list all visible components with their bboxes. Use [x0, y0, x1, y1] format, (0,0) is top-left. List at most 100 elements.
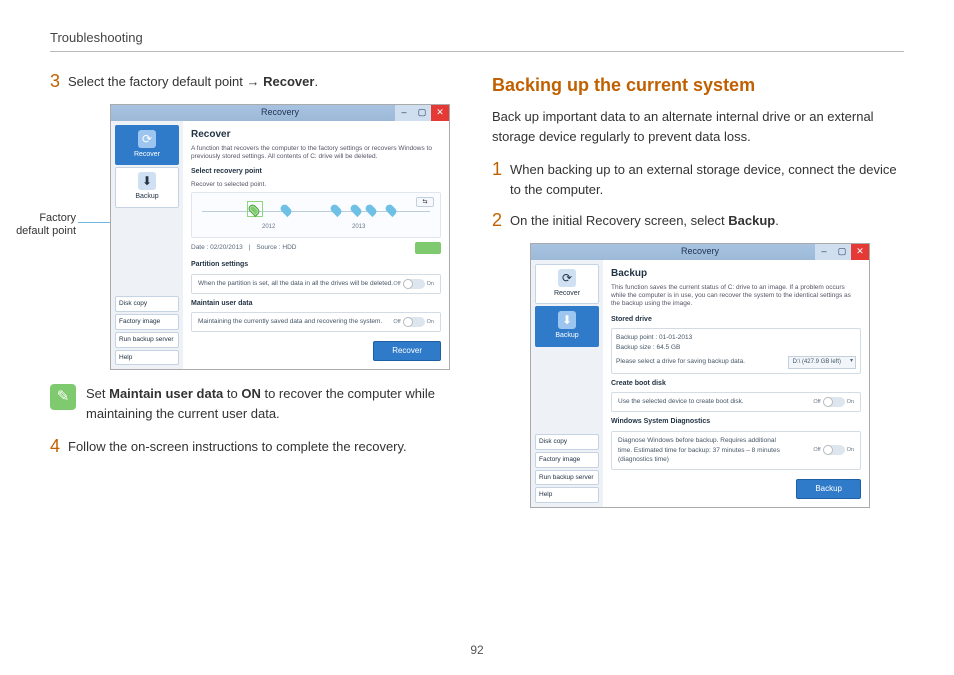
- recovery-marker[interactable]: [352, 204, 362, 214]
- recover-icon: ⟳: [138, 130, 156, 148]
- maintain-toggle[interactable]: Off On: [393, 317, 434, 327]
- go-button[interactable]: [415, 242, 441, 254]
- step-number: 2: [492, 211, 502, 231]
- screenshot-recovery-recover: Recovery – ▢ ✕ ⟳ Recover ⬇: [110, 104, 450, 371]
- boot-toggle[interactable]: Off On: [813, 397, 854, 407]
- sidebar-factoryimage[interactable]: Factory image: [115, 314, 179, 330]
- recovery-date: Date : 02/20/2013: [191, 243, 243, 253]
- backup-icon: ⬇: [138, 172, 156, 190]
- sidebar-item-backup[interactable]: ⬇ Backup: [115, 167, 179, 208]
- note-s2: ON: [241, 386, 261, 401]
- step-text: Follow the on-screen instructions to com…: [68, 437, 462, 457]
- toggle-on-label: On: [427, 318, 434, 326]
- step-number: 4: [50, 437, 60, 457]
- stored-drive-label: Stored drive: [611, 315, 861, 326]
- right-column: Backing up the current system Back up im…: [492, 72, 904, 522]
- main-desc: This function saves the current status o…: [611, 284, 861, 309]
- main-panel: Recover A function that recovers the com…: [183, 121, 449, 370]
- step-3: 3 Select the factory default point → Rec…: [50, 72, 462, 92]
- diag-text: Diagnose Windows before backup. Requires…: [618, 436, 788, 465]
- toggle-off-label: Off: [393, 280, 400, 288]
- maintain-user-data-label: Maintain user data: [191, 299, 441, 310]
- window-body: ⟳ Recover ⬇ Backup Disk copy Factory ima…: [111, 121, 449, 370]
- partition-toggle[interactable]: Off On: [393, 279, 434, 289]
- boot-text: Use the selected device to create boot d…: [618, 397, 744, 407]
- drive-select-row: Please select a drive for saving backup …: [616, 356, 856, 369]
- sidebar-help[interactable]: Help: [115, 350, 179, 366]
- window-titlebar: Recovery – ▢ ✕: [531, 244, 869, 260]
- recovery-marker[interactable]: [332, 204, 342, 214]
- screenshot-recovery-backup: Recovery – ▢ ✕ ⟳ Recover ⬇ Backup: [530, 243, 870, 509]
- backup-intro: Back up important data to an alternate i…: [492, 107, 904, 146]
- step-number: 1: [492, 160, 502, 199]
- create-boot-disk-row: Use the selected device to create boot d…: [611, 392, 861, 412]
- section-title-backup: Backing up the current system: [492, 72, 904, 99]
- recovery-timeline[interactable]: ⇆ 2012 2013: [191, 192, 441, 238]
- step2-post: .: [775, 213, 779, 228]
- recovery-marker[interactable]: [367, 204, 377, 214]
- close-button[interactable]: ✕: [431, 105, 449, 121]
- maximize-button[interactable]: ▢: [413, 105, 431, 121]
- step-2: 2 On the initial Recovery screen, select…: [492, 211, 904, 231]
- toggle-switch[interactable]: [823, 397, 845, 407]
- recover-action-row: Recover: [191, 337, 441, 363]
- timeline-nav-button[interactable]: ⇆: [416, 197, 434, 207]
- sidebar-factoryimage[interactable]: Factory image: [535, 452, 599, 468]
- sidebar-help[interactable]: Help: [535, 487, 599, 503]
- recover-icon: ⟳: [558, 269, 576, 287]
- step-1: 1 When backing up to an external storage…: [492, 160, 904, 199]
- step-number: 3: [50, 72, 60, 92]
- main-panel: Backup This function saves the current s…: [603, 260, 869, 508]
- window-buttons: – ▢ ✕: [395, 105, 449, 121]
- step-text: When backing up to an external storage d…: [510, 160, 904, 199]
- toggle-off-label: Off: [813, 446, 820, 454]
- note-text: Set Maintain user data to ON to recover …: [86, 384, 462, 423]
- sidebar-runbackup[interactable]: Run backup server: [115, 332, 179, 348]
- recover-button[interactable]: Recover: [373, 341, 441, 361]
- maintain-user-data-row: Maintaining the currently saved data and…: [191, 312, 441, 332]
- two-column-layout: 3 Select the factory default point → Rec…: [50, 72, 904, 522]
- diag-toggle[interactable]: Off On: [813, 445, 854, 455]
- backup-action-row: Backup: [611, 475, 861, 501]
- toggle-switch[interactable]: [823, 445, 845, 455]
- timeline-year-2013: 2013: [352, 223, 365, 232]
- sidebar-diskcopy[interactable]: Disk copy: [115, 296, 179, 312]
- toggle-switch[interactable]: [403, 317, 425, 327]
- left-column: 3 Select the factory default point → Rec…: [50, 72, 462, 522]
- sidebar: ⟳ Recover ⬇ Backup Disk copy Factory ima…: [111, 121, 183, 370]
- sidebar-item-recover[interactable]: ⟳ Recover: [535, 264, 599, 305]
- page-number: 92: [0, 643, 954, 657]
- timeline-year-2012: 2012: [262, 223, 275, 232]
- sidebar-label-recover: Recover: [554, 289, 580, 300]
- sidebar: ⟳ Recover ⬇ Backup Disk copy Factory ima…: [531, 260, 603, 508]
- backup-size: Backup size : 64.5 GB: [616, 343, 856, 353]
- toggle-switch[interactable]: [403, 279, 425, 289]
- note-mid: to: [223, 386, 241, 401]
- window-buttons: – ▢ ✕: [815, 244, 869, 260]
- drive-select-combobox[interactable]: D:\ (427.9 GB left): [788, 356, 856, 369]
- maximize-button[interactable]: ▢: [833, 244, 851, 260]
- main-desc: A function that recovers the computer to…: [191, 145, 441, 162]
- backup-icon: ⬇: [558, 311, 576, 329]
- minimize-button[interactable]: –: [815, 244, 833, 260]
- note-block: ✎ Set Maintain user data to ON to recove…: [50, 384, 462, 423]
- partition-settings-label: Partition settings: [191, 260, 441, 271]
- diagnostics-label: Windows System Diagnostics: [611, 417, 861, 428]
- toggle-on-label: On: [847, 398, 854, 406]
- partition-settings-row: When the partition is set, all the data …: [191, 274, 441, 294]
- close-button[interactable]: ✕: [851, 244, 869, 260]
- step2-strong: Backup: [728, 213, 775, 228]
- sidebar-item-recover[interactable]: ⟳ Recover: [115, 125, 179, 166]
- step-4: 4 Follow the on-screen instructions to c…: [50, 437, 462, 457]
- minimize-button[interactable]: –: [395, 105, 413, 121]
- sidebar-item-backup[interactable]: ⬇ Backup: [535, 306, 599, 347]
- backup-button[interactable]: Backup: [796, 479, 861, 499]
- recovery-marker[interactable]: [282, 204, 292, 214]
- factory-default-marker[interactable]: [250, 204, 260, 214]
- sidebar-label-backup: Backup: [555, 331, 578, 342]
- main-heading: Backup: [611, 266, 861, 281]
- sidebar-diskcopy[interactable]: Disk copy: [535, 434, 599, 450]
- main-heading: Recover: [191, 127, 441, 142]
- recovery-marker[interactable]: [387, 204, 397, 214]
- sidebar-runbackup[interactable]: Run backup server: [535, 470, 599, 486]
